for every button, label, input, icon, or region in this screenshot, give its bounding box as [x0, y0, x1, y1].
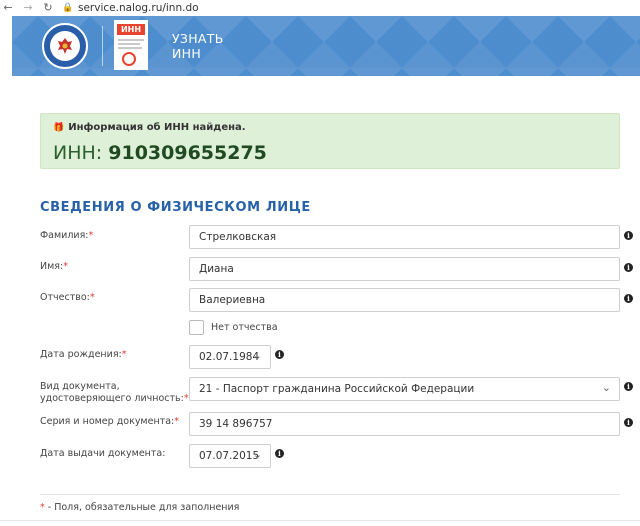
birthdate-label: Дата рождения:* [40, 349, 126, 361]
inn-prefix: ИНН: [53, 142, 103, 164]
section-title: СВЕДЕНИЯ О ФИЗИЧЕСКОМ ЛИЦЕ [40, 200, 311, 215]
site-header: ИНН УЗНАТЬ ИНН [12, 16, 640, 76]
header-title-line2: ИНН [172, 46, 202, 61]
back-arrow-icon[interactable]: ← [0, 1, 16, 14]
doc-type-label-line2: удостоверяющего личность: [40, 393, 184, 404]
alert-message-row: 🎁 Информация об ИНН найдена. [53, 122, 246, 133]
header-title-line1: УЗНАТЬ [172, 31, 224, 46]
header-title: УЗНАТЬ ИНН [172, 31, 224, 61]
fns-emblem-icon[interactable] [42, 23, 88, 69]
lock-icon[interactable]: 🔒 [62, 3, 73, 13]
gift-icon: 🎁 [53, 123, 65, 133]
firstname-input[interactable]: Диана [189, 257, 620, 281]
doc-type-label-line1: Вид документа, [40, 381, 120, 392]
patronymic-input[interactable]: Валериевна [189, 288, 620, 312]
info-icon[interactable]: i [624, 294, 633, 303]
form-divider [40, 494, 620, 495]
header-divider [102, 26, 103, 66]
doc-number-label-text: Серия и номер документа: [40, 416, 175, 427]
forward-arrow-icon[interactable]: → [20, 1, 36, 14]
info-icon[interactable]: i [624, 382, 633, 391]
firstname-label: Имя:* [40, 261, 68, 273]
inn-result: ИНН: 910309655275 [53, 142, 267, 164]
address-bar[interactable]: service.nalog.ru/inn.do [78, 2, 199, 14]
required-mark: * [121, 349, 127, 360]
info-icon[interactable]: i [624, 231, 633, 240]
alert-message: Информация об ИНН найдена. [68, 122, 246, 133]
no-patronymic-checkbox[interactable] [189, 320, 204, 335]
required-mark: * [63, 261, 68, 272]
doc-line [118, 43, 140, 45]
required-mark: * [183, 393, 189, 404]
eagle-icon [58, 38, 72, 54]
required-mark: * [89, 292, 95, 303]
issue-date-label: Дата выдачи документа: [40, 448, 166, 459]
required-mark: * [88, 230, 94, 241]
doc-line [118, 39, 144, 41]
info-icon[interactable]: i [624, 418, 633, 427]
success-alert: 🎁 Информация об ИНН найдена. ИНН: 9103096… [40, 113, 620, 169]
doc-type-select[interactable]: 21 - Паспорт гражданина Российской Федер… [189, 377, 620, 401]
doc-line [118, 47, 142, 49]
required-mark: * [40, 502, 45, 513]
inn-document-icon[interactable]: ИНН [114, 20, 148, 70]
lastname-label: Фамилия:* [40, 230, 93, 242]
birthdate-select[interactable]: 02.07.1984 [189, 345, 271, 369]
inn-value: 910309655275 [108, 142, 267, 164]
lastname-input[interactable]: Стрелковская [189, 225, 620, 249]
required-note: * - Поля, обязательные для заполнения [40, 502, 239, 513]
birthdate-label-text: Дата рождения: [40, 349, 122, 360]
info-icon[interactable]: i [275, 449, 284, 458]
doc-type-label: Вид документа, удостоверяющего личность:… [40, 381, 189, 405]
doc-number-input[interactable]: 39 14 896757 [189, 412, 620, 436]
lastname-label-text: Фамилия: [40, 230, 89, 241]
info-icon[interactable]: i [624, 263, 633, 272]
required-mark: * [174, 416, 179, 427]
info-icon[interactable]: i [275, 350, 284, 359]
no-patronymic-label[interactable]: Нет отчества [211, 322, 278, 333]
inn-badge: ИНН [117, 24, 145, 35]
doc-number-label: Серия и номер документа:* [40, 416, 179, 428]
patronymic-label: Отчество:* [40, 292, 95, 304]
browser-toolbar: ← → ↻ 🔒 service.nalog.ru/inn.do [0, 0, 640, 15]
issue-date-select[interactable]: 07.07.2015 [189, 444, 271, 468]
reload-icon[interactable]: ↻ [40, 1, 56, 14]
page-bottom-divider [0, 520, 640, 521]
doc-stamp-icon [122, 52, 136, 66]
firstname-label-text: Имя: [40, 261, 64, 272]
required-note-text: - Поля, обязательные для заполнения [47, 502, 240, 513]
patronymic-label-text: Отчество: [40, 292, 90, 303]
